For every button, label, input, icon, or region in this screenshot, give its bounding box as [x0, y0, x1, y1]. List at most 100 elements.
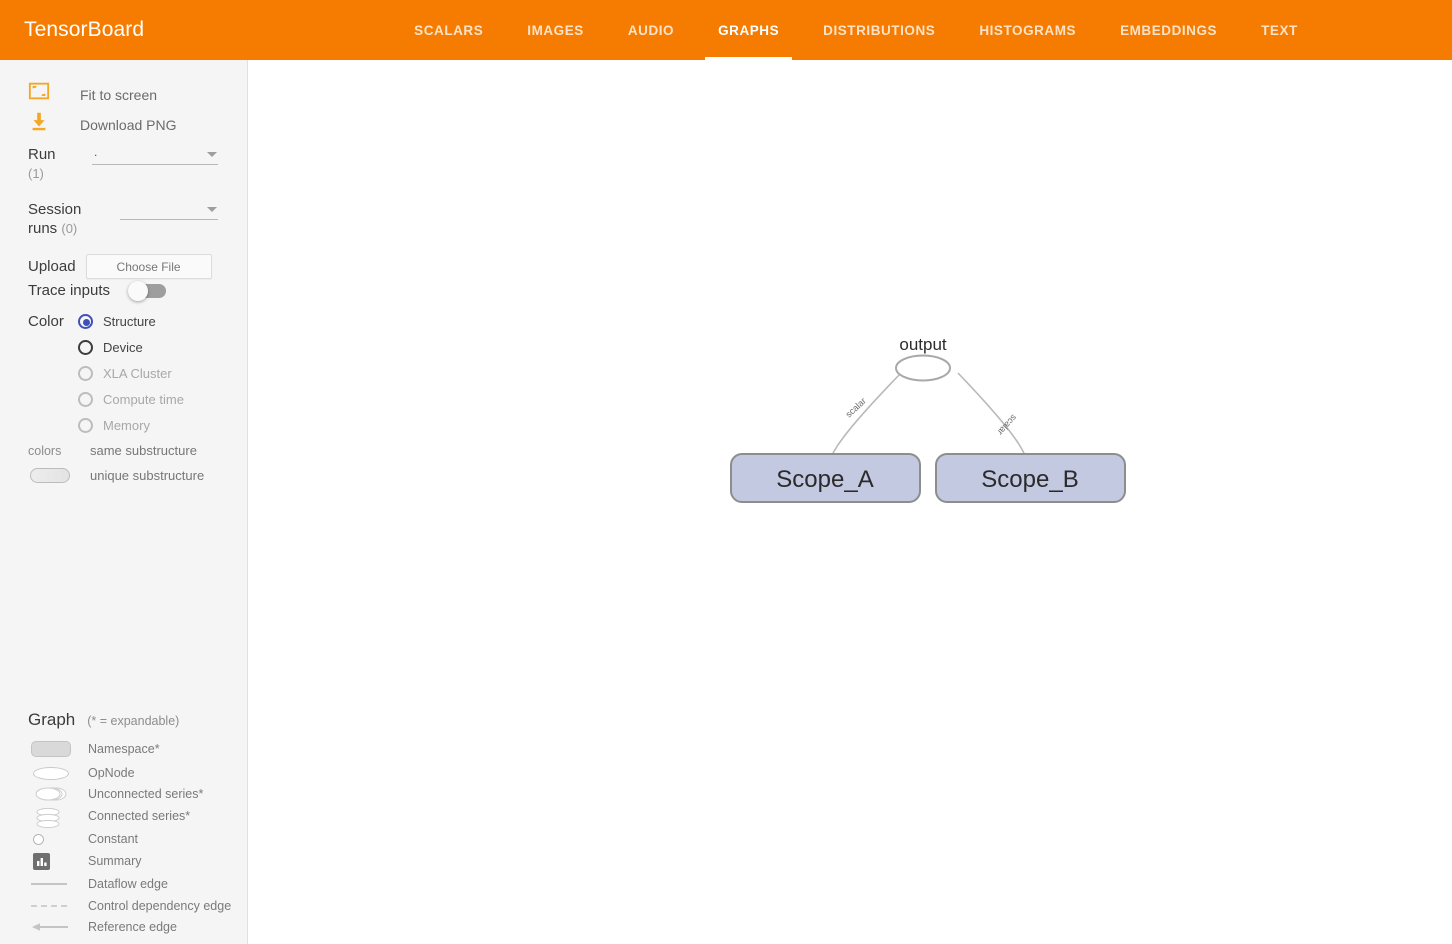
tab-label: GRAPHS: [718, 22, 780, 38]
graph-canvas[interactable]: scalar scalar output Scope_A Scope_B: [248, 60, 1452, 944]
toggle-knob: [127, 280, 148, 301]
tab-label: HISTOGRAMS: [979, 22, 1077, 38]
colors-legend-same-row: colors same substructure: [28, 438, 248, 463]
graph-legend-subtitle: (* = expandable): [87, 714, 180, 728]
namespace-icon: [28, 740, 74, 758]
legend-item-dataflow-edge: Dataflow edge: [28, 873, 248, 895]
download-png-button[interactable]: Download PNG: [0, 110, 248, 140]
download-icon: [32, 112, 46, 131]
color-label: Color: [28, 313, 64, 330]
chevron-down-icon: [207, 152, 217, 157]
color-option-label: Structure: [103, 313, 156, 329]
opnode-ellipse: [895, 354, 951, 382]
chevron-down-icon: [207, 207, 217, 212]
reference-edge-icon: [28, 918, 74, 936]
tab-text[interactable]: TEXT: [1239, 0, 1320, 60]
legend-item-unconnected-series: Unconnected series*: [28, 783, 248, 804]
tab-label: IMAGES: [527, 22, 584, 38]
legend-item-summary: Summary: [28, 849, 248, 873]
tab-label: EMBEDDINGS: [1120, 22, 1218, 38]
graph-edge-labels: scalar scalar: [844, 396, 1019, 437]
control-dependency-edge-icon: [28, 897, 74, 915]
upload-field: Upload Choose File: [28, 254, 212, 279]
trace-inputs-field: Trace inputs: [28, 280, 166, 301]
radio-icon: [78, 339, 93, 355]
node-label-scope-b: Scope_B: [981, 466, 1078, 493]
fit-to-screen-icon: [28, 82, 50, 100]
fit-to-screen-button[interactable]: Fit to screen: [0, 80, 248, 110]
tab-scalars[interactable]: SCALARS: [392, 0, 505, 60]
sidebar: Fit to screen Download PNG Run (1) . Ses…: [0, 60, 248, 944]
color-option-label: Memory: [103, 417, 150, 433]
colors-legend-key: colors: [28, 443, 62, 458]
color-option-label: XLA Cluster: [103, 365, 172, 381]
edge-label-scalar-b: scalar: [995, 413, 1019, 438]
tab-distributions[interactable]: DISTRIBUTIONS: [801, 0, 957, 60]
gradient-swatch-icon: [30, 468, 70, 483]
tab-graphs[interactable]: GRAPHS: [696, 0, 801, 60]
tab-label: DISTRIBUTIONS: [823, 22, 936, 38]
colors-legend-same-label: same substructure: [90, 443, 197, 458]
trace-inputs-toggle[interactable]: [127, 280, 166, 301]
color-options: Color Structure Device XLA Cluster Compu…: [28, 308, 184, 438]
session-runs-label2: runs (0): [28, 219, 81, 238]
legend-item-label: OpNode: [88, 765, 135, 780]
nav-tabs: SCALARS IMAGES AUDIO GRAPHS DISTRIBUTION…: [392, 0, 1320, 60]
legend-item-connected-series: Connected series*: [28, 804, 248, 829]
node-label-output: output: [899, 335, 947, 354]
radio-icon: [78, 313, 93, 329]
legend-item-reference-edge: Reference edge: [28, 916, 248, 937]
color-option-xla-cluster[interactable]: XLA Cluster: [78, 360, 184, 386]
run-dropdown[interactable]: .: [92, 145, 218, 165]
session-runs-dropdown[interactable]: [120, 202, 218, 220]
colors-legend-unique-row: unique substructure: [28, 463, 248, 488]
legend-item-label: Namespace*: [88, 742, 160, 756]
colors-legend: colors same substructure unique substruc…: [28, 438, 248, 488]
fit-to-screen-label: Fit to screen: [80, 87, 158, 103]
session-runs-field: Session runs (0): [28, 200, 218, 238]
graph-node-output[interactable]: output: [895, 335, 951, 382]
app-brand: TensorBoard: [24, 18, 145, 41]
node-label-scope-a: Scope_A: [776, 466, 873, 493]
edge-label-scalar-a: scalar: [844, 396, 868, 420]
tab-embeddings[interactable]: EMBEDDINGS: [1098, 0, 1239, 60]
legend-item-namespace: Namespace*: [28, 736, 248, 762]
upload-label: Upload: [28, 258, 76, 275]
radio-icon: [78, 391, 93, 407]
color-option-compute-time[interactable]: Compute time: [78, 386, 184, 412]
top-bar: TensorBoard SCALARS IMAGES AUDIO GRAPHS …: [0, 0, 1452, 60]
run-count: (1): [28, 166, 44, 181]
graph-legend-header: Graph (* = expandable): [28, 710, 248, 736]
tab-label: AUDIO: [627, 22, 675, 38]
legend-item-label: Unconnected series*: [88, 786, 204, 801]
legend-item-label: Control dependency edge: [88, 898, 232, 913]
tab-histograms[interactable]: HISTOGRAMS: [957, 0, 1098, 60]
color-option-device[interactable]: Device: [78, 334, 184, 360]
trace-inputs-label: Trace inputs: [28, 282, 110, 299]
color-option-structure[interactable]: Structure: [78, 308, 184, 334]
legend-item-label: Summary: [88, 854, 142, 868]
choose-file-button[interactable]: Choose File: [85, 254, 212, 279]
session-runs-count: (0): [61, 221, 78, 236]
session-runs-label2-text: runs: [28, 220, 58, 237]
tab-audio[interactable]: AUDIO: [606, 0, 696, 60]
colors-legend-unique-label: unique substructure: [90, 468, 205, 483]
session-runs-label: Session: [28, 201, 82, 218]
graph-node-scope-a[interactable]: Scope_A: [730, 453, 921, 503]
run-label: Run: [28, 146, 56, 163]
legend-item-constant: Constant: [28, 828, 248, 849]
legend-item-label: Constant: [88, 831, 139, 846]
tab-label: TEXT: [1261, 22, 1298, 38]
graph-node-scope-b[interactable]: Scope_B: [935, 453, 1126, 503]
run-dropdown-value: .: [94, 145, 98, 159]
legend-item-label: Connected series*: [88, 809, 191, 823]
connected-series-icon: [28, 807, 74, 829]
legend-item-opnode: OpNode: [28, 762, 248, 783]
color-option-label: Compute time: [103, 391, 184, 407]
tab-images[interactable]: IMAGES: [505, 0, 606, 60]
unconnected-series-icon: [28, 785, 74, 803]
color-option-memory[interactable]: Memory: [78, 412, 184, 438]
summary-icon: [28, 852, 74, 870]
graph-svg: scalar scalar output Scope_A Scope_B: [730, 335, 1126, 503]
radio-icon: [78, 417, 93, 433]
